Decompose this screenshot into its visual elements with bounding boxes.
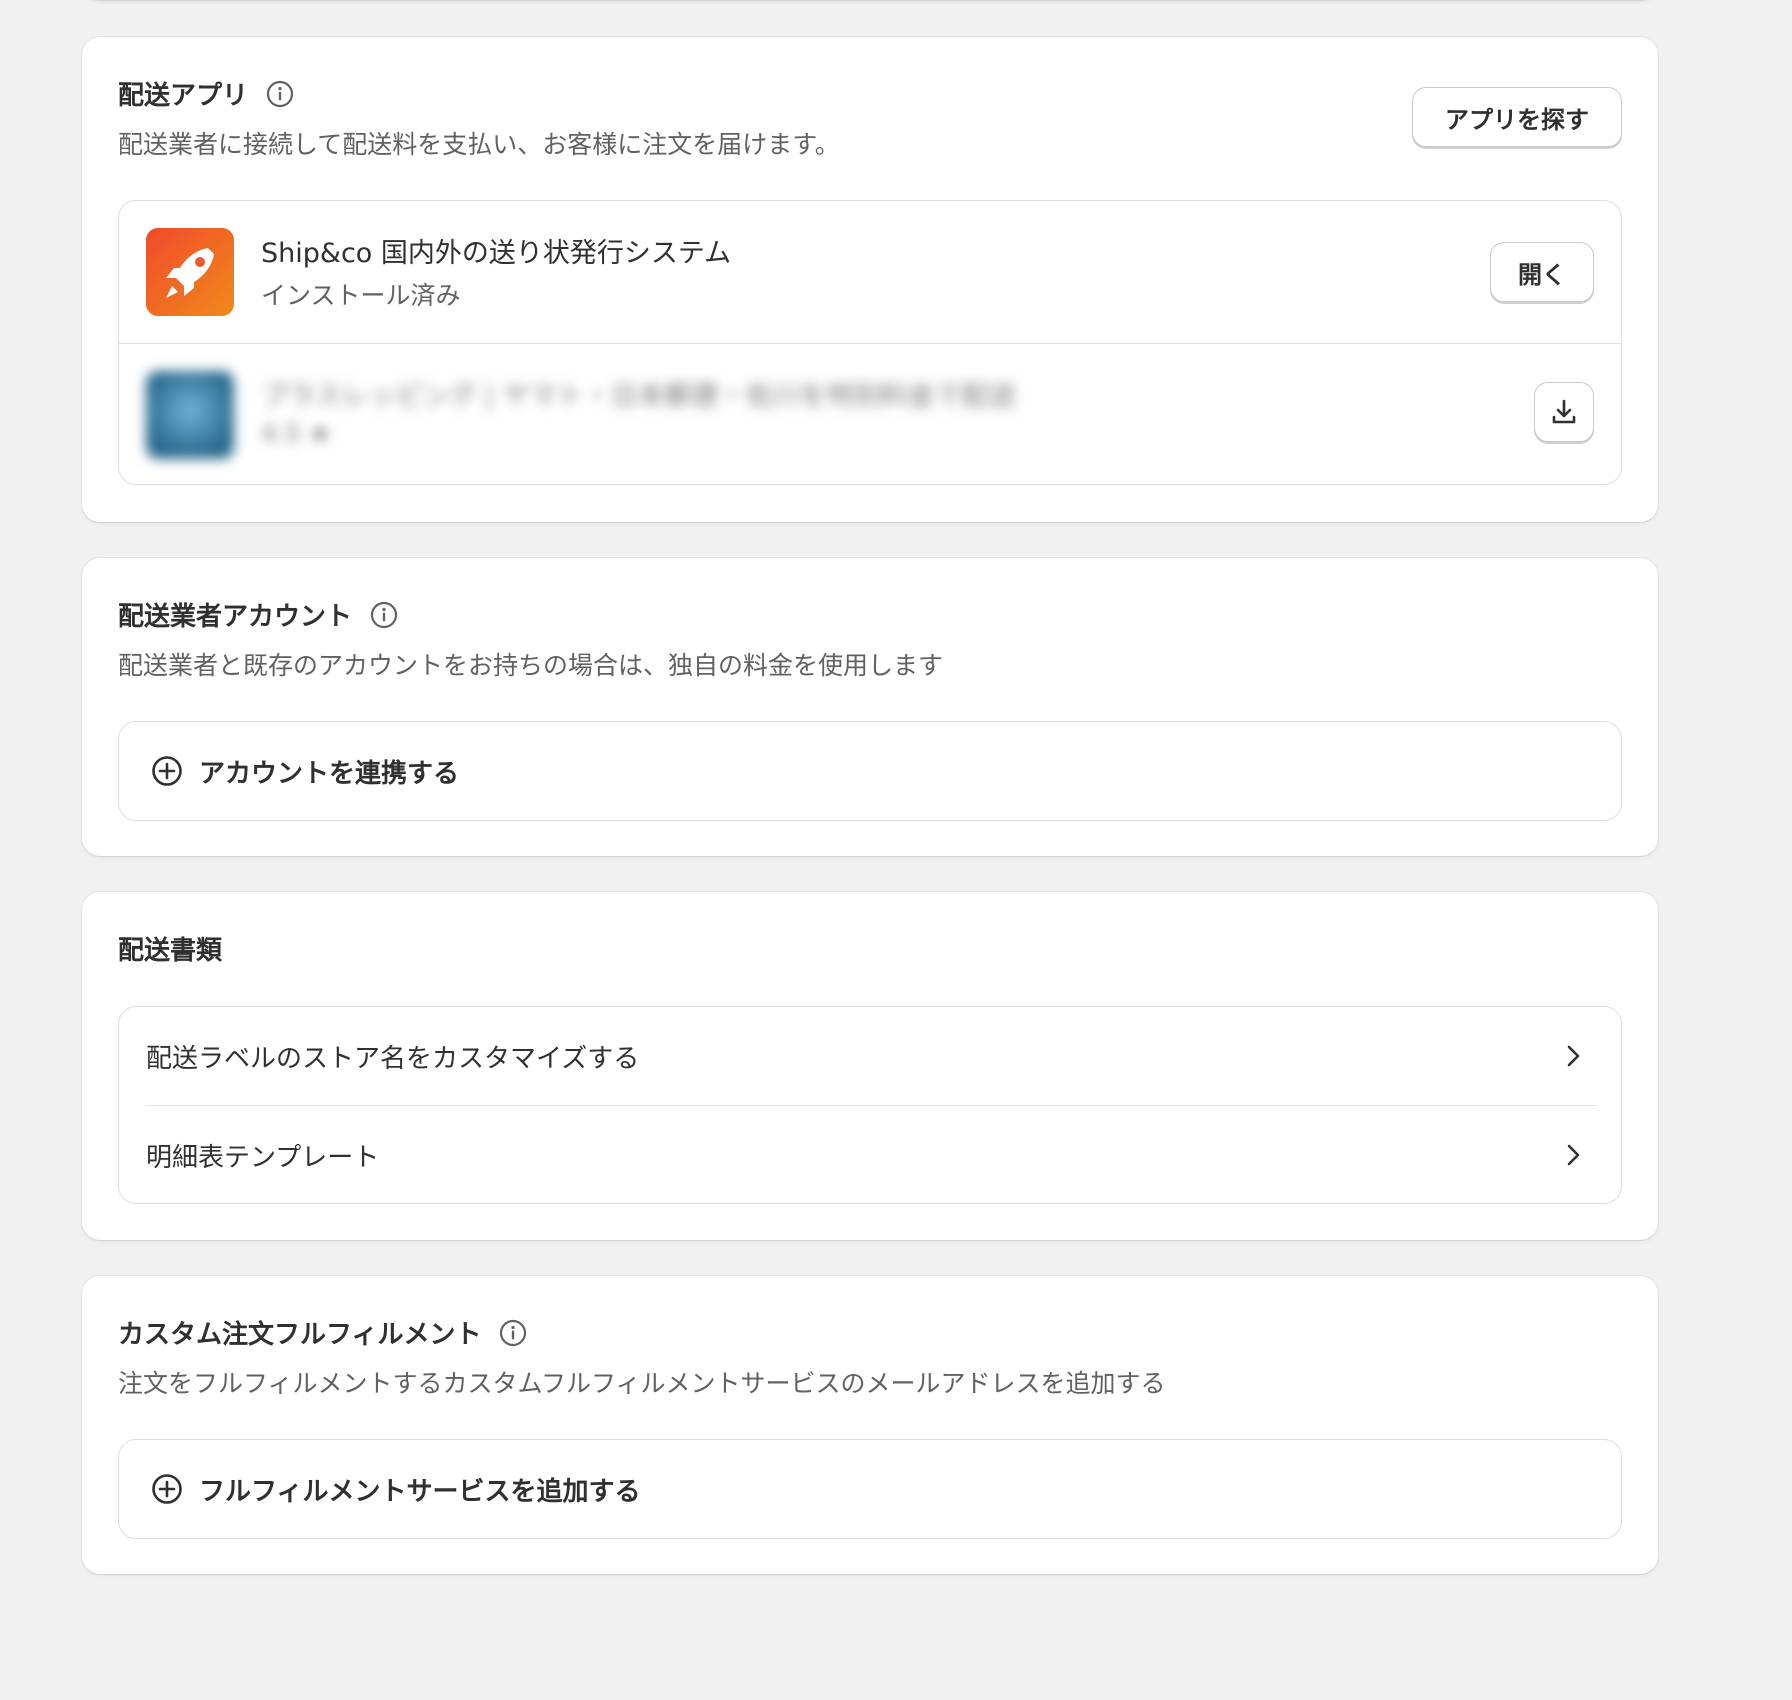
app-logo-icon — [146, 371, 234, 459]
app-row-recommended: プラスレッピング | ヤマト・日本郵便・佐川を特別料金で配送 4.5 ★ — [119, 344, 1621, 484]
open-app-button[interactable]: 開く — [1490, 242, 1594, 302]
connect-account-button[interactable]: アカウントを連携する — [119, 722, 1621, 820]
app-status: インストール済み — [261, 281, 461, 310]
info-icon[interactable] — [370, 601, 398, 629]
shipping-apps-subtitle: 配送業者に接続して配送料を支払い、お客様に注文を届けます。 — [118, 130, 840, 159]
install-app-button[interactable] — [1534, 382, 1594, 442]
connect-account-label: アカウントを連携する — [199, 758, 460, 789]
connect-account-box[interactable]: アカウントを連携する — [118, 721, 1622, 821]
shipping-documents-title-text: 配送書類 — [118, 936, 223, 966]
packing-slip-template-row[interactable]: 明細表テンプレート — [119, 1106, 1621, 1203]
info-icon[interactable] — [266, 80, 294, 108]
find-apps-button[interactable]: アプリを探す — [1412, 87, 1622, 147]
chevron-right-icon — [1567, 1045, 1580, 1067]
shipping-apps-title: 配送アプリ — [118, 75, 294, 112]
app-name: Ship&co 国内外の送り状発行システム — [261, 238, 732, 269]
customize-label-text: 配送ラベルのストア名をカスタマイズする — [146, 1043, 640, 1074]
carrier-accounts-subtitle: 配送業者と既存のアカウントをお持ちの場合は、独自の料金を使用します — [118, 651, 944, 680]
carrier-accounts-card: 配送業者アカウント 配送業者と既存のアカウントをお持ちの場合は、独自の料金を使用… — [82, 558, 1658, 856]
app-list: Ship&co 国内外の送り状発行システム インストール済み 開く プラスレッピ… — [118, 200, 1622, 485]
shipping-documents-title: 配送書類 — [118, 930, 222, 967]
custom-fulfillment-subtitle: 注文をフルフィルメントするカスタムフルフィルメントサービスのメールアドレスを追加… — [118, 1369, 1166, 1398]
rocket-icon — [146, 228, 234, 316]
app-name-blurred: プラスレッピング | ヤマト・日本郵便・佐川を特別料金で配送 — [261, 381, 1016, 412]
documents-list: 配送ラベルのストア名をカスタマイズする 明細表テンプレート — [118, 1006, 1622, 1204]
packing-slip-text: 明細表テンプレート — [146, 1142, 380, 1173]
add-fulfillment-box[interactable]: フルフィルメントサービスを追加する — [118, 1439, 1622, 1539]
custom-fulfillment-title-text: カスタム注文フルフィルメント — [118, 1320, 482, 1350]
app-rating-blurred: 4.5 ★ — [261, 419, 332, 448]
custom-fulfillment-title: カスタム注文フルフィルメント — [118, 1314, 527, 1351]
chevron-right-icon — [1567, 1144, 1580, 1166]
add-fulfillment-service-button[interactable]: フルフィルメントサービスを追加する — [119, 1440, 1621, 1538]
app-row-shipandco: Ship&co 国内外の送り状発行システム インストール済み 開く — [119, 201, 1621, 344]
carrier-accounts-title: 配送業者アカウント — [118, 596, 398, 633]
info-icon[interactable] — [499, 1319, 527, 1347]
shipping-apps-card: 配送アプリ 配送業者に接続して配送料を支払い、お客様に注文を届けます。 アプリを… — [82, 37, 1658, 522]
carrier-accounts-title-text: 配送業者アカウント — [118, 602, 353, 632]
add-fulfillment-label: フルフィルメントサービスを追加する — [199, 1476, 641, 1507]
download-icon — [1552, 399, 1576, 424]
shipping-documents-card: 配送書類 配送ラベルのストア名をカスタマイズする 明細表テンプレート — [82, 892, 1658, 1240]
plus-circle-icon — [152, 1474, 182, 1504]
custom-fulfillment-card: カスタム注文フルフィルメント 注文をフルフィルメントするカスタムフルフィルメント… — [82, 1276, 1658, 1574]
shipping-apps-title-text: 配送アプリ — [118, 81, 249, 111]
plus-circle-icon — [152, 756, 182, 786]
customize-label-store-name-row[interactable]: 配送ラベルのストア名をカスタマイズする — [119, 1007, 1621, 1105]
